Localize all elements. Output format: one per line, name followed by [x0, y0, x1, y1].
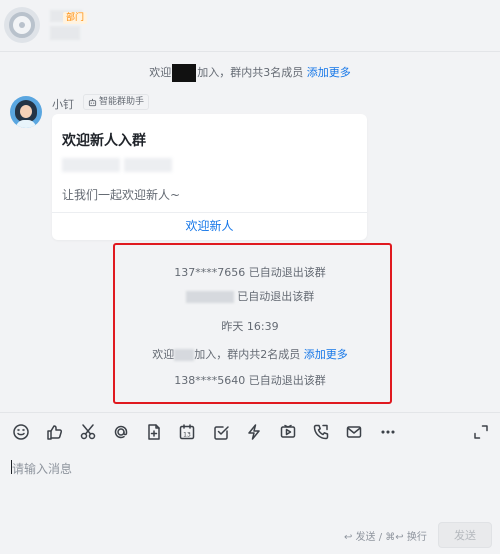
welcome-card: 欢迎新人入群 让我们一起欢迎新人~ 欢迎新人 [52, 114, 367, 240]
robot-icon [88, 98, 97, 106]
redacted-name [62, 158, 120, 172]
bot-tag: 智能群助手 [83, 94, 150, 110]
welcome-button[interactable]: 欢迎新人 [52, 213, 367, 240]
bot-avatar[interactable] [10, 96, 42, 128]
exit-message: 137****7656 已自动退出该群 [174, 266, 326, 279]
more-icon[interactable] [379, 423, 397, 441]
bot-name: 小钉 [52, 98, 74, 111]
add-more-link[interactable]: 添加更多 [304, 348, 348, 361]
scissors-icon[interactable] [79, 423, 97, 441]
redacted-name [174, 349, 195, 361]
composer[interactable]: 请输入消息 ↩ 发送 / ⌘↩ 换行 发送 [0, 452, 500, 554]
redacted-name [185, 291, 234, 303]
group-subtitle-redacted [50, 26, 80, 40]
system-join-message: 欢迎 加入，群内共2名成员 添加更多 [152, 348, 348, 361]
checkbox-icon[interactable] [212, 423, 230, 441]
card-text: 让我们一起欢迎新人~ [62, 188, 181, 202]
calendar-icon[interactable]: 13 [178, 423, 196, 441]
thumbs-up-icon[interactable] [45, 423, 63, 441]
card-title: 欢迎新人入群 [62, 133, 146, 149]
exit-message: 138****5640 已自动退出该群 [174, 374, 326, 387]
emoji-icon[interactable] [12, 423, 30, 441]
dept-tag: 部门 [63, 12, 88, 24]
timestamp: 昨天 16:39 [221, 320, 279, 333]
redacted-name [172, 64, 197, 82]
mail-icon[interactable] [345, 423, 363, 441]
send-button[interactable]: 发送 [438, 522, 492, 548]
video-icon[interactable] [279, 423, 297, 441]
chat-header: 部门 [0, 0, 500, 52]
composer-toolbar: 13 [0, 412, 500, 452]
redacted-name [124, 158, 172, 172]
message-input[interactable]: 请输入消息 [12, 460, 72, 477]
phone-icon[interactable] [312, 423, 330, 441]
system-join-message: 欢迎 加入，群内共3名成员 添加更多 [0, 64, 500, 82]
lightning-icon[interactable] [245, 423, 263, 441]
exit-message: 已自动退出该群 [0, 288, 500, 304]
at-icon[interactable] [112, 423, 130, 441]
add-doc-icon[interactable] [145, 423, 163, 441]
expand-icon[interactable] [472, 423, 490, 441]
send-shortcut-hint: ↩ 发送 / ⌘↩ 换行 [344, 532, 427, 543]
svg-text:13: 13 [183, 432, 191, 439]
add-more-link[interactable]: 添加更多 [307, 66, 351, 79]
group-avatar[interactable] [4, 7, 40, 43]
